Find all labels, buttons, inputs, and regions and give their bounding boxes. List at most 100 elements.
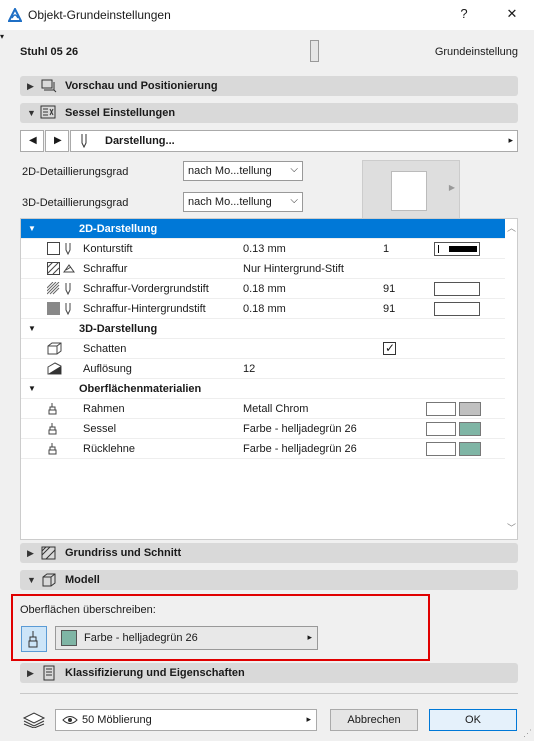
scroll-up-icon[interactable]: ︿ bbox=[507, 221, 516, 234]
param-name: Auflösung bbox=[83, 363, 132, 375]
previous-page-button[interactable]: ◀ bbox=[20, 130, 44, 152]
settings-mode-label: Grundeinstellung bbox=[434, 46, 518, 58]
detail-2d-select[interactable]: nach Mo...tellung ⌵ bbox=[183, 161, 303, 181]
expand-arrow-icon: ▶ bbox=[27, 548, 34, 558]
tree-group-label: 2D-Darstellung bbox=[79, 223, 158, 235]
tree-row-frame[interactable]: Rahmen Metall Chrom bbox=[21, 399, 505, 419]
material-swatch-blank[interactable] bbox=[426, 442, 456, 456]
material-color-swatch[interactable] bbox=[459, 422, 481, 436]
collapse-arrow-icon: ▼ bbox=[28, 384, 36, 393]
resolution-icon bbox=[47, 362, 62, 375]
pen-icon bbox=[81, 134, 87, 149]
window-title: Objekt-Grundeinstellungen bbox=[28, 8, 171, 22]
pen-icon bbox=[65, 283, 71, 296]
tree-row-backrest[interactable]: Rücklehne Farbe - helljadegrün 26 bbox=[21, 439, 505, 459]
dropdown-arrow-icon: ▸ bbox=[307, 632, 312, 642]
tree-row-seat[interactable]: Sessel Farbe - helljadegrün 26 bbox=[21, 419, 505, 439]
triangle-left-icon: ◀ bbox=[29, 135, 37, 146]
tree-scrollbar[interactable]: ︿ ﹀ bbox=[504, 218, 518, 540]
material-color-swatch[interactable] bbox=[459, 442, 481, 456]
material-swatch-blank[interactable] bbox=[426, 402, 456, 416]
param-value: Farbe - helljadegrün 26 bbox=[243, 443, 357, 455]
parameter-tree: ▼ 2D-Darstellung Konturstift 0.13 mm 1 S… bbox=[20, 218, 518, 540]
next-page-button[interactable]: ▶ bbox=[45, 130, 69, 152]
section-label: Grundriss und Schnitt bbox=[65, 547, 182, 559]
collapse-arrow-icon: ▼ bbox=[27, 575, 36, 585]
material-swatch-blank[interactable] bbox=[426, 422, 456, 436]
override-surfaces-label: Oberflächen überschreiben: bbox=[20, 604, 156, 616]
tree-row-contour-pen[interactable]: Konturstift 0.13 mm 1 bbox=[21, 239, 505, 259]
section-label: Klassifizierung und Eigenschaften bbox=[65, 667, 245, 679]
preview-thumbnail[interactable]: ▶ bbox=[362, 160, 460, 224]
pen-number: 91 bbox=[383, 283, 396, 295]
param-value: Metall Chrom bbox=[243, 403, 309, 415]
fill-type-icon bbox=[63, 264, 75, 273]
hatch-icon bbox=[47, 262, 60, 275]
ok-button[interactable]: OK bbox=[429, 709, 517, 731]
param-value: Nur Hintergrund-Stift bbox=[243, 263, 344, 275]
param-value: 0.18 mm bbox=[243, 303, 286, 315]
page-dropdown[interactable]: Darstellung... ▸ bbox=[70, 130, 518, 152]
preview-arrow-icon: ▶ bbox=[448, 183, 455, 192]
help-button[interactable]: ? bbox=[454, 6, 474, 21]
panel-splitter[interactable] bbox=[310, 40, 319, 62]
paint-brush-icon bbox=[48, 443, 57, 455]
param-value: Farbe - helljadegrün 26 bbox=[243, 423, 357, 435]
archicad-logo-icon bbox=[8, 8, 22, 22]
title-bar: Objekt-Grundeinstellungen ? ✕ bbox=[0, 0, 534, 30]
override-toggle-button[interactable] bbox=[21, 626, 47, 652]
section-chair-settings[interactable]: ▼ Sessel Einstellungen bbox=[20, 103, 518, 123]
paint-brush-icon bbox=[28, 631, 38, 648]
override-surface-dropdown[interactable]: Farbe - helljadegrün 26 ▸ bbox=[55, 626, 318, 650]
pen-swatch[interactable] bbox=[434, 242, 480, 256]
dropdown-arrow-icon: ▸ bbox=[306, 714, 311, 724]
page-dropdown-value: Darstellung... bbox=[105, 135, 175, 147]
hatch-foreground-icon bbox=[47, 282, 60, 295]
tree-row-hatch-bg-pen[interactable]: Schraffur-Hintergrundstift 0.18 mm 91 bbox=[21, 299, 505, 319]
footer-divider bbox=[20, 693, 518, 694]
tree-group-2d[interactable]: ▼ 2D-Darstellung bbox=[21, 219, 505, 239]
section-model[interactable]: ▼ Modell bbox=[20, 570, 518, 590]
shadow-cube-icon bbox=[47, 342, 62, 355]
section-classification[interactable]: ▶ Klassifizierung und Eigenschaften bbox=[20, 663, 518, 683]
pen-swatch[interactable] bbox=[434, 282, 480, 296]
object-name: Stuhl 05 26 bbox=[20, 46, 79, 58]
detail-3d-value: nach Mo...tellung bbox=[188, 196, 272, 208]
pen-weight-icon bbox=[438, 245, 477, 253]
tree-row-hatch-fg-pen[interactable]: Schraffur-Vordergrundstift 0.18 mm 91 bbox=[21, 279, 505, 299]
document-list-icon bbox=[43, 665, 55, 681]
favorites-stack-icon[interactable] bbox=[22, 710, 46, 728]
detail-3d-select[interactable]: nach Mo...tellung ⌵ bbox=[183, 192, 303, 212]
preview-icon bbox=[41, 79, 57, 93]
tree-group-materials[interactable]: ▼ Oberflächenmaterialien bbox=[21, 379, 505, 399]
tree-row-hatch[interactable]: Schraffur Nur Hintergrund-Stift bbox=[21, 259, 505, 279]
section-floorplan-section[interactable]: ▶ Grundriss und Schnitt bbox=[20, 543, 518, 563]
detail-2d-label: 2D-Detaillierungsgrad bbox=[22, 166, 129, 178]
favorites-dropdown[interactable]: 50 Möblierung ▸ bbox=[55, 709, 317, 731]
collapse-arrow-icon: ▼ bbox=[28, 324, 36, 333]
cube-icon bbox=[42, 573, 56, 587]
dropdown-arrow-icon: ▸ bbox=[508, 135, 513, 145]
tree-row-resolution[interactable]: Auflösung 12 bbox=[21, 359, 505, 379]
pen-swatch[interactable] bbox=[434, 302, 480, 316]
material-color-swatch[interactable] bbox=[459, 402, 481, 416]
checkmark-icon: ✓ bbox=[385, 341, 396, 355]
param-name: Konturstift bbox=[83, 243, 133, 255]
tree-group-3d[interactable]: ▼ 3D-Darstellung bbox=[21, 319, 505, 339]
menu-arrow-icon[interactable]: ▾ bbox=[0, 32, 4, 41]
preview-image bbox=[391, 171, 427, 211]
resize-grip-icon[interactable]: ⋰ bbox=[523, 728, 532, 739]
section-preview-positioning[interactable]: ▶ Vorschau und Positionierung bbox=[20, 76, 518, 96]
cancel-button[interactable]: Abbrechen bbox=[330, 709, 418, 731]
tree-group-label: Oberflächenmaterialien bbox=[79, 383, 202, 395]
section-label: Modell bbox=[65, 574, 100, 586]
pen-icon bbox=[65, 303, 71, 316]
scroll-down-icon[interactable]: ﹀ bbox=[507, 521, 516, 534]
close-button[interactable]: ✕ bbox=[502, 6, 522, 22]
section-label: Vorschau und Positionierung bbox=[65, 80, 218, 92]
tree-row-shadow[interactable]: Schatten ✓ bbox=[21, 339, 505, 359]
shadow-checkbox[interactable]: ✓ bbox=[383, 341, 396, 355]
paint-brush-icon bbox=[48, 403, 57, 415]
square-outline-icon bbox=[47, 242, 60, 255]
param-value: 0.13 mm bbox=[243, 243, 286, 255]
